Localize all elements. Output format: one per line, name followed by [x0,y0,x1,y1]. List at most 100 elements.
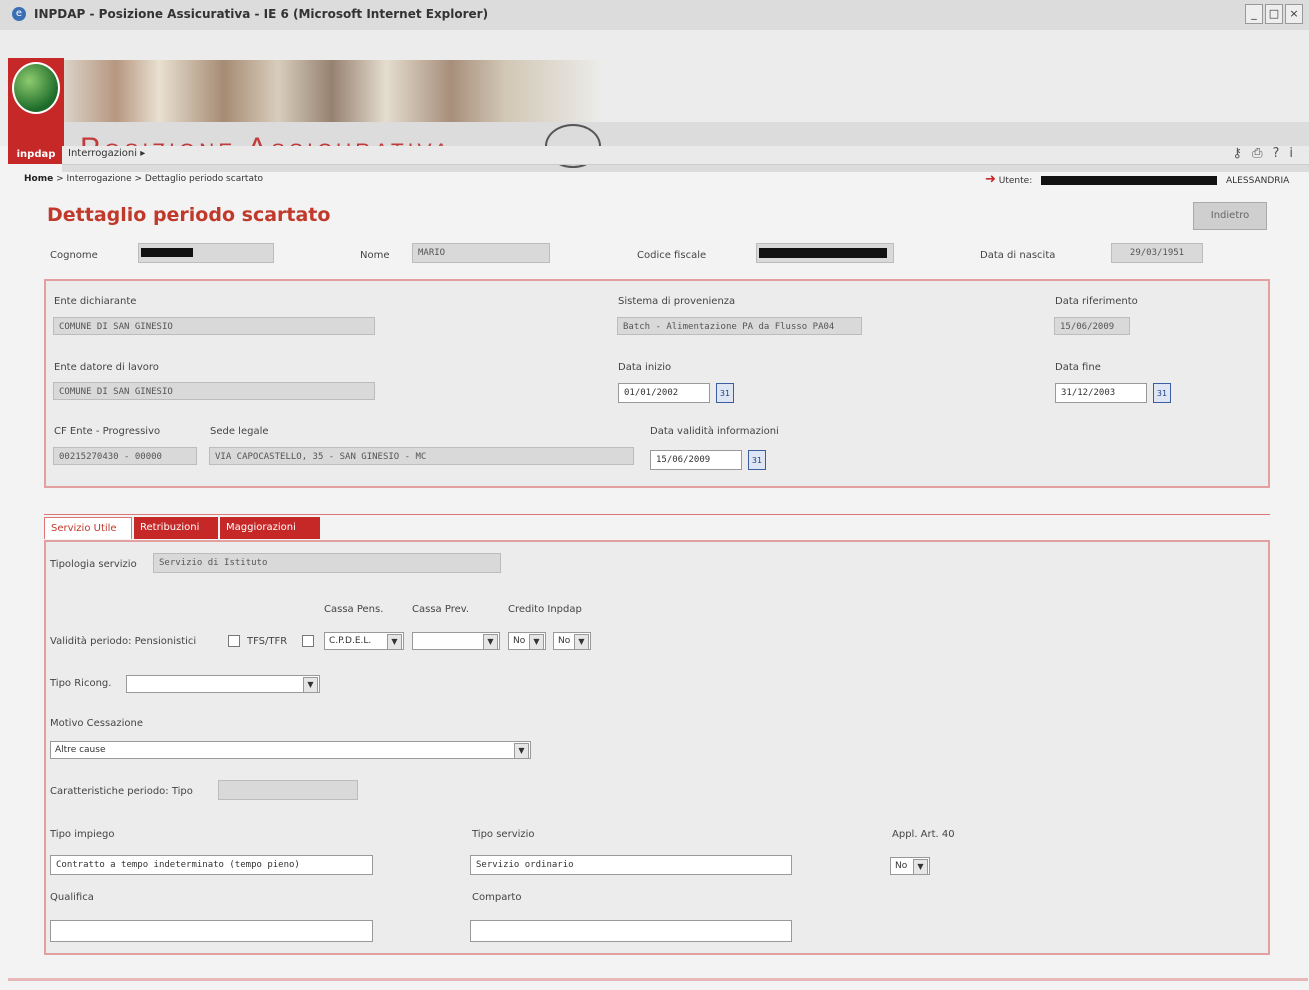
menu-item-interrogazioni[interactable]: Interrogazioni ▸ [68,148,145,159]
menu-bar: Interrogazioni ▸ ⚷⎙?i [62,146,1309,165]
cognome-label: Cognome [50,250,98,261]
sistema-provenienza-field: Batch - Alimentazione PA da Flusso PA04 [617,317,862,335]
qualifica-input[interactable] [50,920,373,942]
data-validita-label: Data validità informazioni [650,426,779,437]
tipo-ricong-label: Tipo Ricong. [50,678,112,689]
data-nascita-label: Data di nascita [980,250,1056,261]
tab-servizio-utile[interactable]: Servizio Utile [44,517,132,539]
inpdap-logo [8,58,64,146]
sistema-provenienza-label: Sistema di provenienza [618,296,736,307]
data-riferimento-label: Data riferimento [1055,296,1138,307]
tipo-impiego-label: Tipo impiego [50,829,115,840]
data-inizio-input[interactable]: 01/01/2002 [618,383,710,403]
credito-value-1: No [513,636,526,646]
appl-art-value: No [895,861,908,871]
redacted-cognome [141,248,193,257]
window-title: INPDAP - Posizione Assicurativa - IE 6 (… [34,7,489,21]
data-fine-input[interactable]: 31/12/2003 [1055,383,1147,403]
user-label: Utente: [998,176,1033,186]
nome-label: Nome [360,250,390,261]
ente-dichiarante-label: Ente dichiarante [54,296,137,307]
chevron-down-icon[interactable]: ▼ [387,634,402,650]
motivo-cessazione-label: Motivo Cessazione [50,718,143,729]
pensionistici-checkbox[interactable] [228,635,240,647]
tipo-servizio-input[interactable]: Servizio ordinario [470,855,792,875]
chevron-down-icon[interactable]: ▼ [574,634,589,650]
redacted-username [1041,176,1218,185]
chevron-down-icon[interactable]: ▼ [303,677,318,693]
qualifica-label: Qualifica [50,892,94,903]
caratteristiche-field [218,780,358,800]
tab-maggiorazioni[interactable]: Maggiorazioni [220,517,320,539]
appl-art-select[interactable]: No ▼ [890,857,930,875]
data-fine-label: Data fine [1055,362,1101,373]
cassa-pens-value: C.P.D.E.L. [329,636,372,646]
print-icon[interactable]: ⎙ [1252,146,1272,161]
chevron-down-icon[interactable]: ▼ [483,634,498,650]
comparto-label: Comparto [472,892,522,903]
caratteristiche-label: Caratteristiche periodo: Tipo [50,786,193,797]
arrow-icon: ➜ [985,172,996,187]
comparto-input[interactable] [470,920,792,942]
chevron-down-icon[interactable]: ▼ [514,743,529,759]
motivo-cessazione-value: Altre cause [55,745,106,755]
calendar-icon[interactable]: 31 [748,450,766,470]
cf-ente-field: 00215270430 - 00000 [53,447,197,465]
cassa-pens-select[interactable]: C.P.D.E.L. ▼ [324,632,404,650]
info-icon[interactable]: i [1289,146,1303,161]
ente-dichiarante-field: COMUNE DI SAN GINESIO [53,317,375,335]
redacted-codice-fiscale [759,248,887,258]
logo-text: inpdap [8,146,64,164]
help-icon[interactable]: ? [1272,146,1289,161]
key-icon[interactable]: ⚷ [1233,146,1253,161]
cassa-prev-label: Cassa Prev. [412,604,470,615]
ente-datore-field: COMUNE DI SAN GINESIO [53,382,375,400]
data-validita-input[interactable]: 15/06/2009 [650,450,742,470]
banner-photo-strip [62,60,602,122]
tipologia-servizio-field: Servizio di Istituto [153,553,501,573]
nome-field: MARIO [412,243,550,263]
data-nascita-field: 29/03/1951 [1111,243,1203,263]
ente-datore-label: Ente datore di lavoro [54,362,159,373]
breadcrumb-home[interactable]: Home [24,174,53,184]
toolbar-icons: ⚷⎙?i [1233,146,1303,161]
tfs-label: TFS/TFR [247,636,288,647]
credito-select-1[interactable]: No ▼ [508,632,546,650]
tab-bar-line [44,514,1270,515]
tab-retribuzioni[interactable]: Retribuzioni [134,517,218,539]
tipo-servizio-label: Tipo servizio [472,829,535,840]
appl-art-label: Appl. Art. 40 [892,829,955,840]
chevron-down-icon[interactable]: ▼ [529,634,544,650]
back-button[interactable]: Indietro [1193,202,1267,230]
window-titlebar: e INPDAP - Posizione Assicurativa - IE 6… [0,0,1309,31]
tipologia-servizio-label: Tipologia servizio [50,559,137,570]
close-button[interactable]: × [1285,4,1303,24]
sede-legale-label: Sede legale [210,426,269,437]
breadcrumb-path[interactable]: > Interrogazione > Dettaglio periodo sca… [53,174,263,184]
calendar-icon[interactable]: 31 [716,383,734,403]
cassa-pens-label: Cassa Pens. [324,604,384,615]
credito-value-2: No [558,636,571,646]
window-controls: _ □ × [1243,4,1303,24]
credito-select-2[interactable]: No ▼ [553,632,591,650]
logo-globe-icon [12,62,60,114]
motivo-cessazione-select[interactable]: Altre cause ▼ [50,741,531,759]
minimize-button[interactable]: _ [1245,4,1263,24]
maximize-button[interactable]: □ [1265,4,1283,24]
tipo-ricong-select[interactable]: ▼ [126,675,320,693]
app-banner: Posizione Assicurativa [0,30,1309,172]
user-name: ALESSANDRIA [1226,176,1290,186]
bottom-divider [8,978,1308,981]
browser-icon: e [12,7,26,21]
user-info: ➜ Utente: ALESSANDRIA [985,172,1289,187]
cassa-prev-select[interactable]: ▼ [412,632,500,650]
validita-periodo-label: Validità periodo: Pensionistici [50,636,197,647]
cognome-field [138,243,274,263]
chevron-down-icon[interactable]: ▼ [913,859,928,875]
tipo-impiego-input[interactable]: Contratto a tempo indeterminato (tempo p… [50,855,373,875]
breadcrumb: Home > Interrogazione > Dettaglio period… [24,174,263,184]
tfs-checkbox[interactable] [302,635,314,647]
sede-legale-field: VIA CAPOCASTELLO, 35 - SAN GINESIO - MC [209,447,634,465]
calendar-icon[interactable]: 31 [1153,383,1171,403]
credito-label: Credito Inpdap [508,604,582,615]
